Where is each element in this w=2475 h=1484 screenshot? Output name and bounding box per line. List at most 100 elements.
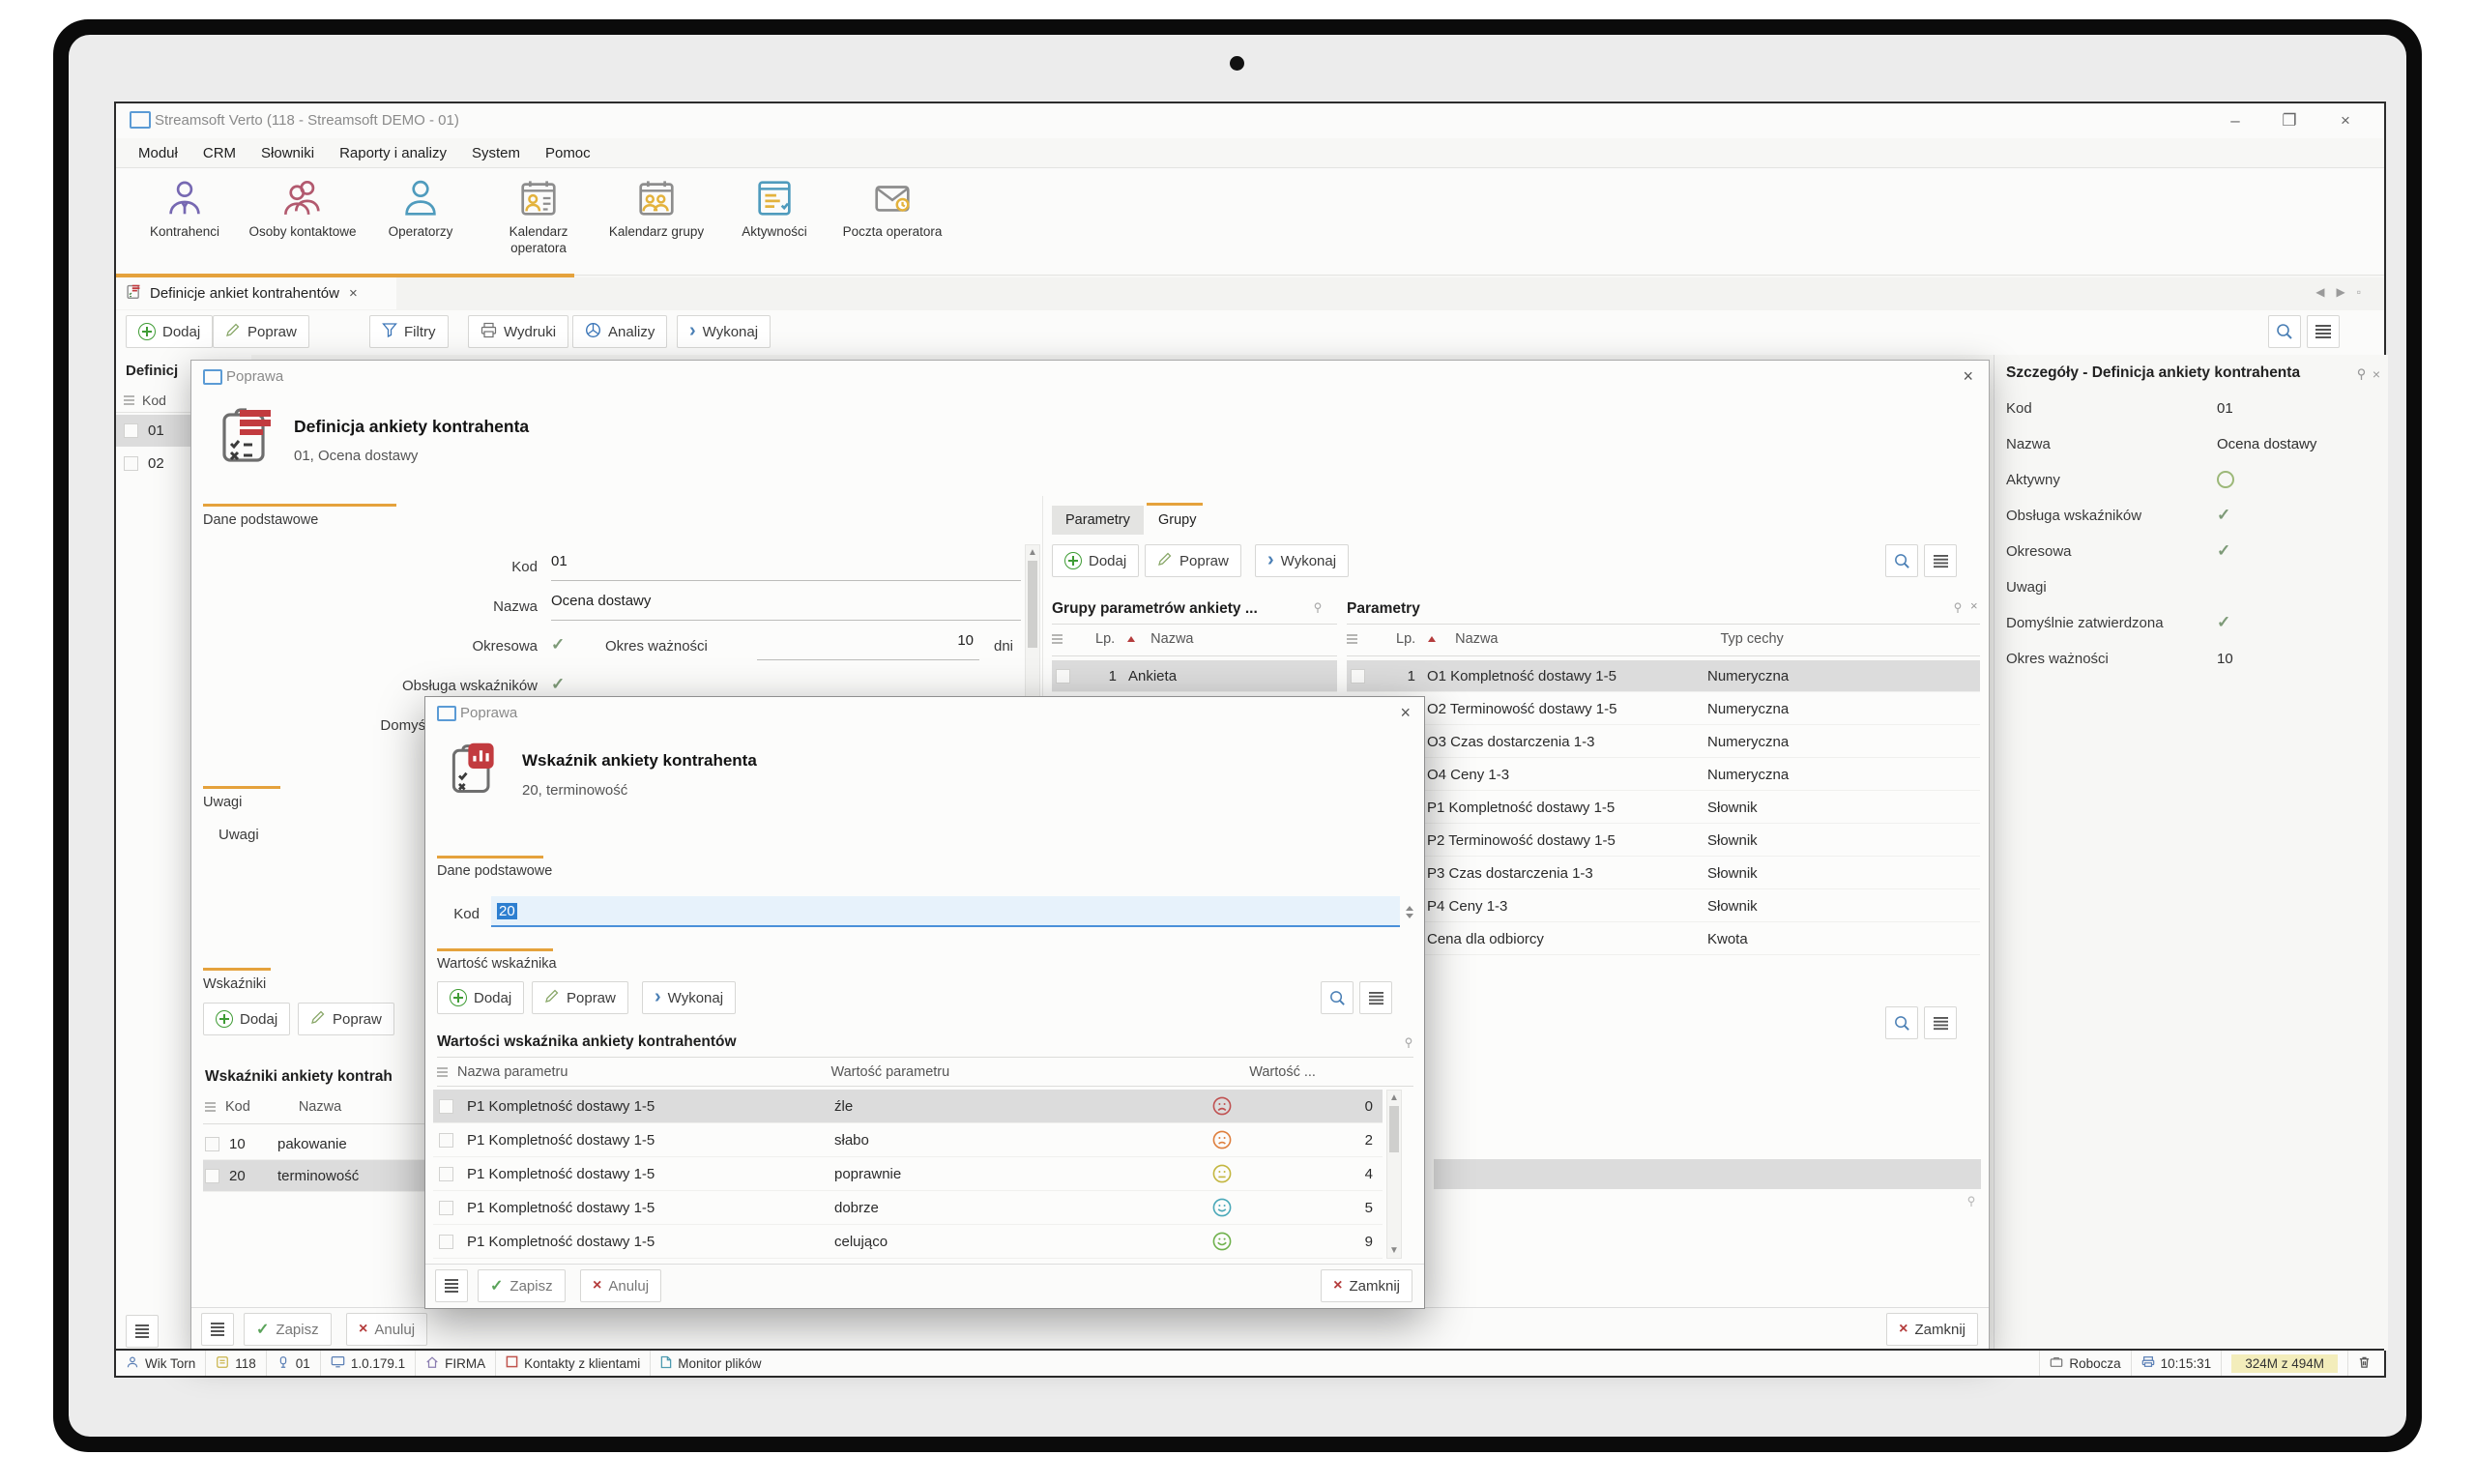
- wskazniki-list-menu-button[interactable]: [1924, 1006, 1957, 1039]
- popraw-button[interactable]: Popraw: [213, 315, 309, 348]
- nazwa-field[interactable]: Ocena dostawy: [551, 593, 1021, 621]
- tabs-next-icon[interactable]: ▶: [2337, 285, 2345, 299]
- tabs-prev-icon[interactable]: ◀: [2315, 285, 2324, 299]
- minimize-button[interactable]: –: [2214, 107, 2257, 134]
- kod-spinner[interactable]: [1402, 896, 1417, 927]
- col-typ-cechy[interactable]: Typ cechy: [1721, 631, 1784, 647]
- row-checkbox[interactable]: [124, 423, 138, 438]
- menu-pomoc[interactable]: Pomoc: [533, 145, 603, 161]
- menu-raporty[interactable]: Raporty i analizy: [327, 145, 459, 161]
- toolbar-kalendarz-operatora[interactable]: Kalendarz operatora: [480, 176, 597, 257]
- pin-icon[interactable]: [2356, 368, 2367, 381]
- menu-system[interactable]: System: [459, 145, 533, 161]
- tab-grupy[interactable]: Grupy: [1147, 506, 1208, 535]
- wskazniki-search-button[interactable]: [1885, 1006, 1918, 1039]
- row-checkbox[interactable]: [439, 1167, 453, 1181]
- value-row[interactable]: P1 Kompletność dostawy 1-5 dobrze 5: [433, 1191, 1383, 1225]
- dodaj-button[interactable]: Dodaj: [126, 315, 213, 348]
- row-checkbox[interactable]: [1056, 669, 1070, 684]
- anuluj-button[interactable]: Anuluj: [580, 1269, 661, 1302]
- menu-crm[interactable]: CRM: [190, 145, 248, 161]
- groups-row[interactable]: 1 Ankieta: [1052, 660, 1337, 692]
- wskazniki-row[interactable]: 20 terminowość: [203, 1160, 425, 1192]
- params-row[interactable]: 5P1 Kompletność dostawy 1-5Słownik: [1347, 792, 1980, 824]
- dialog1-wykonaj-button[interactable]: Wykonaj: [1255, 544, 1349, 577]
- menu-modul[interactable]: Moduł: [126, 145, 190, 161]
- column-chooser-icon[interactable]: [1347, 632, 1357, 646]
- params-row[interactable]: 7P3 Czas dostarczenia 1-3Słownik: [1347, 858, 1980, 889]
- status-memory[interactable]: 324M z 494M: [2222, 1351, 2348, 1376]
- col-nazwa-parametru[interactable]: Nazwa parametru: [457, 1064, 568, 1080]
- tab-parametry[interactable]: Parametry: [1052, 506, 1144, 535]
- status-monitor-plikow[interactable]: Monitor plików: [651, 1351, 771, 1376]
- status-trash[interactable]: [2348, 1351, 2384, 1376]
- toolbar-poczta-operatora[interactable]: Poczta operatora: [833, 176, 951, 241]
- search-button[interactable]: [2268, 315, 2301, 348]
- pane-close-icon[interactable]: ×: [1970, 598, 1978, 613]
- dialog2-search-button[interactable]: [1321, 981, 1354, 1014]
- params-row[interactable]: 6P2 Terminowość dostawy 1-5Słownik: [1347, 825, 1980, 857]
- wskazniki-dodaj-button[interactable]: Dodaj: [203, 1003, 290, 1035]
- pin-icon[interactable]: [1953, 602, 1963, 614]
- col-lp[interactable]: Lp.: [1095, 631, 1115, 647]
- column-chooser-icon[interactable]: [124, 393, 134, 407]
- status-user[interactable]: Wik Torn: [116, 1351, 206, 1376]
- column-kod[interactable]: Kod: [142, 393, 166, 408]
- zamknij-button[interactable]: Zamknij: [1886, 1313, 1978, 1346]
- anuluj-button[interactable]: Anuluj: [346, 1313, 427, 1346]
- values-scrollbar[interactable]: ▲ ▼: [1386, 1090, 1402, 1259]
- dialog1-popraw-button[interactable]: Popraw: [1145, 544, 1241, 577]
- toolbar-kalendarz-grupy[interactable]: Kalendarz grupy: [597, 176, 715, 241]
- col-wartosc-parametru[interactable]: Wartość parametru: [830, 1064, 949, 1080]
- toolbar-kontrahenci[interactable]: Kontrahenci: [126, 176, 244, 241]
- params-row[interactable]: 9Cena dla odbiorcyKwota: [1347, 923, 1980, 955]
- column-chooser-icon[interactable]: [205, 1100, 216, 1114]
- params-row[interactable]: 2O2 Terminowość dostawy 1-5Numeryczna: [1347, 693, 1980, 725]
- kod-input[interactable]: 20: [491, 896, 1400, 927]
- dialog-close-icon[interactable]: ×: [1963, 366, 1973, 387]
- wydruki-button[interactable]: Wydruki: [468, 315, 568, 348]
- dialog2-dodaj-button[interactable]: Dodaj: [437, 981, 524, 1014]
- status-firm[interactable]: FIRMA: [416, 1351, 496, 1376]
- params-row[interactable]: 4O4 Ceny 1-3Numeryczna: [1347, 759, 1980, 791]
- tab-definicje-ankiet[interactable]: Definicje ankiet kontrahentów ×: [116, 277, 396, 309]
- tabs-list-icon[interactable]: ▫: [2357, 285, 2361, 299]
- row-checkbox[interactable]: [439, 1099, 453, 1114]
- col-lp[interactable]: Lp.: [1396, 631, 1415, 647]
- col-nazwa[interactable]: Nazwa: [1150, 631, 1193, 647]
- dialog-close-icon[interactable]: ×: [1400, 703, 1411, 723]
- status-version[interactable]: 1.0.179.1: [321, 1351, 416, 1376]
- list-menu-button[interactable]: [2307, 315, 2340, 348]
- wskazniki-popraw-button[interactable]: Popraw: [298, 1003, 394, 1035]
- row-checkbox[interactable]: [124, 456, 138, 471]
- col-kod[interactable]: Kod: [225, 1099, 250, 1115]
- toolbar-osoby-kontaktowe[interactable]: Osoby kontaktowe: [244, 176, 362, 241]
- params-row[interactable]: 1O1 Kompletność dostawy 1-5Numeryczna: [1347, 660, 1980, 692]
- row-checkbox[interactable]: [439, 1201, 453, 1215]
- dialog1-list-menu-button[interactable]: [1924, 544, 1957, 577]
- col-nazwa[interactable]: Nazwa: [1455, 631, 1498, 647]
- row-checkbox[interactable]: [439, 1133, 453, 1148]
- main-footer-menu-button[interactable]: [126, 1315, 159, 1348]
- row-checkbox[interactable]: [439, 1235, 453, 1249]
- status-contacts[interactable]: Kontakty z klientami: [496, 1351, 651, 1376]
- value-row[interactable]: P1 Kompletność dostawy 1-5 słabo 2: [433, 1123, 1383, 1157]
- okresowa-checkbox[interactable]: [551, 635, 565, 655]
- value-row[interactable]: P1 Kompletność dostawy 1-5 źle 0: [433, 1090, 1383, 1123]
- pin-icon[interactable]: [1966, 1196, 1976, 1208]
- zamknij-button[interactable]: Zamknij: [1321, 1269, 1412, 1302]
- footer-menu-button[interactable]: [201, 1313, 234, 1346]
- dialog2-list-menu-button[interactable]: [1359, 981, 1392, 1014]
- menu-slowniki[interactable]: Słowniki: [248, 145, 327, 161]
- toolbar-operatorzy[interactable]: Operatorzy: [362, 176, 480, 241]
- status-session[interactable]: 118: [206, 1351, 267, 1376]
- zapisz-button[interactable]: Zapisz: [244, 1313, 332, 1346]
- obsluga-checkbox[interactable]: [551, 675, 565, 694]
- row-checkbox[interactable]: [205, 1137, 219, 1151]
- row-checkbox[interactable]: [1351, 669, 1365, 684]
- toolbar-aktywnosci[interactable]: Aktywności: [715, 176, 833, 241]
- pin-icon[interactable]: [1313, 602, 1323, 614]
- status-db[interactable]: Robocza: [2039, 1351, 2131, 1376]
- value-row[interactable]: P1 Kompletność dostawy 1-5 poprawnie 4: [433, 1157, 1383, 1191]
- column-chooser-icon[interactable]: [437, 1065, 448, 1079]
